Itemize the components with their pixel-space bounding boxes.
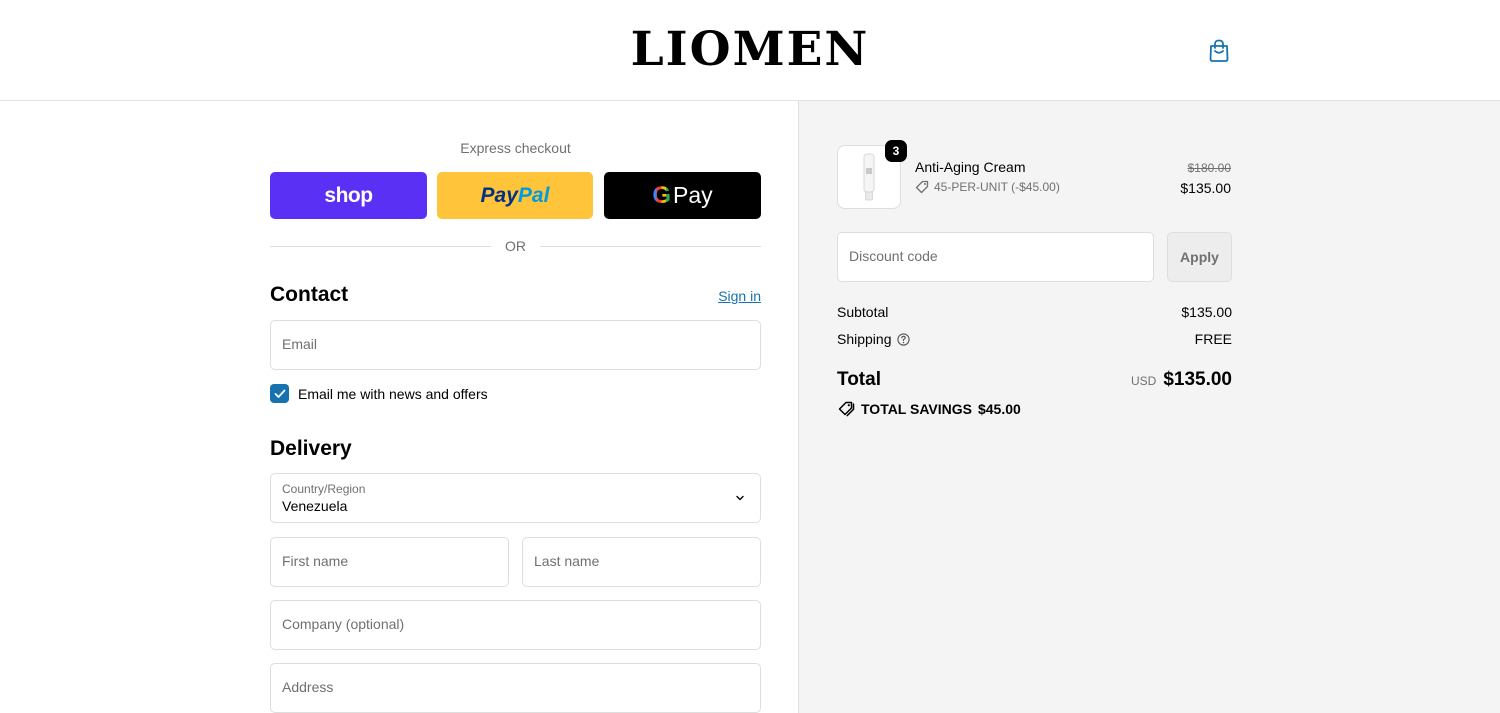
discount-code-field[interactable]: Discount code — [837, 232, 1154, 282]
product-discount: 45-PER-UNIT (-$45.00) — [915, 180, 1060, 194]
order-summary: 3 Anti-Aging Cream 45-PER-UNIT (-$45.00)… — [798, 101, 1500, 713]
quantity-badge: 3 — [885, 140, 907, 162]
or-divider: OR — [270, 237, 761, 255]
express-checkout-title: Express checkout — [460, 140, 571, 156]
header: LIOMEN — [0, 0, 1500, 101]
company-field[interactable]: Company (optional) — [270, 600, 761, 650]
product-name: Anti-Aging Cream — [915, 159, 1026, 175]
chevron-down-icon — [736, 495, 744, 501]
apply-button[interactable]: Apply — [1167, 232, 1232, 282]
last-name-field[interactable]: Last name — [522, 537, 761, 587]
delivery-heading: Delivery — [270, 437, 352, 460]
shop-pay-button[interactable]: shop — [270, 172, 427, 219]
total-value: $135.00 — [1163, 369, 1232, 390]
total-savings: TOTAL SAVINGS $45.00 — [837, 401, 1021, 417]
email-field[interactable]: Email — [270, 320, 761, 370]
cream-tube-image — [863, 153, 875, 201]
google-pay-label: G Pay — [652, 181, 713, 209]
shipping-label: Shipping — [837, 331, 892, 347]
paypal-button[interactable]: PayPal — [437, 172, 593, 219]
subtotal-value: $135.00 — [1181, 304, 1232, 320]
subtotal-label: Subtotal — [837, 304, 889, 320]
total-row: Total USD $135.00 — [837, 369, 1232, 391]
currency-code: USD — [1130, 374, 1157, 388]
news-checkbox[interactable] — [270, 384, 289, 403]
country-select[interactable]: Country/Region Venezuela — [270, 473, 761, 523]
tags-icon — [838, 401, 855, 417]
google-g-icon: G — [652, 181, 672, 209]
original-price: $180.00 — [1187, 161, 1231, 175]
discounted-price: $135.00 — [1180, 180, 1231, 196]
help-icon[interactable] — [896, 332, 910, 346]
paypal-label: PayPal — [480, 183, 550, 207]
savings-label: TOTAL SAVINGS — [861, 401, 972, 417]
email-placeholder: Email — [282, 336, 318, 352]
savings-value: $45.00 — [977, 401, 1021, 417]
first-name-field[interactable]: First name — [270, 537, 509, 587]
address-field[interactable]: Address — [270, 663, 761, 713]
total-label: Total — [837, 369, 881, 390]
check-icon — [274, 389, 285, 398]
news-checkbox-label[interactable]: Email me with news and offers — [298, 386, 488, 402]
shipping-value: FREE — [1194, 331, 1232, 347]
contact-heading: Contact — [270, 283, 349, 306]
google-pay-button[interactable]: G Pay — [604, 172, 761, 219]
country-label: Country/Region — [282, 482, 366, 496]
subtotal-row: Subtotal $135.00 — [837, 304, 1232, 320]
checkout-form: Express checkout shop PayPal G Pay OR Con… — [0, 101, 798, 713]
store-logo[interactable]: LIOMEN — [0, 22, 1500, 77]
shop-pay-label: shop — [324, 183, 373, 207]
tag-icon — [915, 180, 929, 194]
shopping-bag-icon[interactable] — [1207, 38, 1231, 64]
sign-in-link[interactable]: Sign in — [700, 288, 761, 304]
country-value: Venezuela — [282, 498, 348, 514]
shipping-row: Shipping FREE — [837, 331, 1232, 347]
